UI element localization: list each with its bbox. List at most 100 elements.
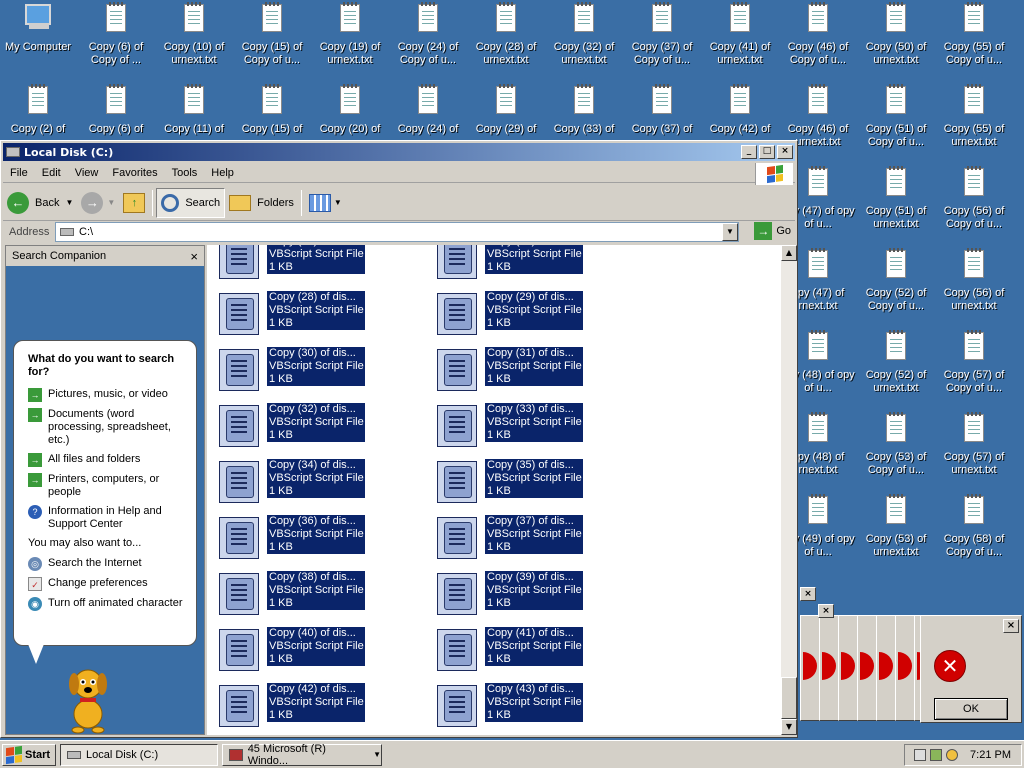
close-button[interactable]: ×	[800, 587, 816, 601]
menu-favorites[interactable]: Favorites	[105, 167, 164, 179]
menu-help[interactable]: Help	[204, 167, 241, 179]
go-button[interactable]: → Go	[754, 222, 791, 240]
search-button[interactable]: Search	[156, 187, 226, 218]
desktop-icon-text-file[interactable]: Copy (10) of urnext.txt	[157, 2, 231, 67]
file-item[interactable]: Copy (31) of dis... VBScript Script File 1…	[433, 347, 633, 391]
maximize-button[interactable]: □	[759, 145, 775, 159]
minimize-button[interactable]: _	[741, 145, 757, 159]
desktop-icon-text-file[interactable]: Copy (52) of Copy of u...	[859, 248, 933, 313]
option-turn-off-character[interactable]: ◉ Turn off animated character	[28, 597, 188, 611]
desktop-icon-text-file[interactable]: Copy (57) of Copy of u...	[937, 330, 1011, 395]
file-item[interactable]: Copy (36) of dis... VBScript Script File 1…	[215, 515, 415, 559]
option-printers[interactable]: → Printers, computers, or people	[28, 473, 188, 499]
messenger-icon[interactable]	[946, 749, 959, 761]
desktop-icon-text-file[interactable]: Copy (53) of urnext.txt	[859, 494, 933, 559]
option-change-preferences[interactable]: ✓ Change preferences	[28, 577, 188, 591]
menu-tools[interactable]: Tools	[165, 167, 205, 179]
address-dropdown[interactable]: ▼	[722, 223, 738, 241]
views-button[interactable]: ▼	[305, 188, 346, 218]
chevron-down-icon[interactable]: ▼	[107, 198, 115, 207]
back-button[interactable]: ← Back ▼	[3, 188, 77, 218]
desktop-icon-text-file[interactable]: Copy (11) of	[157, 84, 231, 136]
desktop-icon-text-file[interactable]: Copy (51) of urnext.txt	[859, 166, 933, 231]
menu-edit[interactable]: Edit	[35, 167, 68, 179]
folders-button[interactable]: Folders	[225, 188, 298, 218]
up-folder-button[interactable]: ↑	[119, 188, 149, 218]
option-documents[interactable]: → Documents (word processing, spreadsheet…	[28, 408, 188, 447]
taskbar-item-explorer[interactable]: Local Disk (C:)	[60, 743, 218, 766]
desktop-icon-text-file[interactable]: Copy (56) of urnext.txt	[937, 248, 1011, 313]
desktop-icon-text-file[interactable]: Copy (50) of urnext.txt	[859, 2, 933, 67]
desktop-icon-text-file[interactable]: Copy (55) of Copy of u...	[937, 2, 1011, 67]
close-button[interactable]: ×	[777, 145, 793, 159]
taskbar-item-wsh[interactable]: 45 Microsoft (R) Windo... ▼	[222, 743, 382, 767]
desktop-icon-text-file[interactable]: Copy (15) of Copy of u...	[235, 2, 309, 67]
desktop-icon-text-file[interactable]: Copy (2) of	[1, 84, 75, 136]
forward-button[interactable]: → ▼	[77, 188, 119, 218]
desktop-icon-text-file[interactable]: Copy (20) of	[313, 84, 387, 136]
file-item[interactable]: Copy (34) of dis... VBScript Script File 1…	[215, 459, 415, 503]
file-item[interactable]: Copy (41) of dis... VBScript Script File 1…	[433, 627, 633, 671]
file-item[interactable]: Copy (32) of dis... VBScript Script File 1…	[215, 403, 415, 447]
option-help[interactable]: ? Information in Help and Support Center	[28, 505, 188, 531]
file-item[interactable]: Copy (38) of dis... VBScript Script File 1…	[215, 571, 415, 615]
option-search-internet[interactable]: ◎ Search the Internet	[28, 557, 188, 571]
desktop-icon-text-file[interactable]: Copy (33) of	[547, 84, 621, 136]
desktop-icon-text-file[interactable]: Copy (37) of Copy of u...	[625, 2, 699, 67]
file-item[interactable]: Copy (43) of dis... VBScript Script File 1…	[433, 683, 633, 727]
file-item[interactable]: Copy (42) of dis... VBScript Script File 1…	[215, 683, 415, 727]
clock[interactable]: 7:21 PM	[970, 749, 1011, 761]
search-dog-icon[interactable]	[60, 660, 116, 734]
file-item[interactable]: Copy (40) of dis... VBScript Script File 1…	[215, 627, 415, 671]
desktop-icon-text-file[interactable]: Copy (32) of urnext.txt	[547, 2, 621, 67]
close-button[interactable]: ×	[1003, 619, 1019, 633]
desktop-icon-text-file[interactable]: Copy (24) of	[391, 84, 465, 136]
desktop-icon-text-file[interactable]: Copy (58) of Copy of u...	[937, 494, 1011, 559]
desktop-icon-text-file[interactable]: Copy (37) of	[625, 84, 699, 136]
title-bar[interactable]: Local Disk (C:) _ □ ×	[3, 143, 795, 161]
desktop-icon-text-file[interactable]: Copy (19) of urnext.txt	[313, 2, 387, 67]
desktop-icon-text-file[interactable]: Copy (46) of Copy of u...	[781, 2, 855, 67]
file-item[interactable]: Copy (39) of dis... VBScript Script File 1…	[433, 571, 633, 615]
desktop-icon-text-file[interactable]: Copy (28) of urnext.txt	[469, 2, 543, 67]
desktop-icon-text-file[interactable]: Copy (29) of	[469, 84, 543, 136]
start-button[interactable]: Start	[2, 743, 56, 766]
desktop-icon-text-file[interactable]: Copy (24) of Copy of u...	[391, 2, 465, 67]
file-item[interactable]: Copy (28) of dis... VBScript Script File 1…	[215, 291, 415, 335]
desktop-icon-text-file[interactable]: Copy (55) of urnext.txt	[937, 84, 1011, 149]
desktop-icon-text-file[interactable]: Copy (15) of	[235, 84, 309, 136]
desktop-icon-text-file[interactable]: Copy (6) of Copy of ...	[79, 2, 153, 67]
desktop-icon-text-file[interactable]: Copy (57) of urnext.txt	[937, 412, 1011, 477]
file-item[interactable]: Copy (37) of dis... VBScript Script File 1…	[433, 515, 633, 559]
file-item[interactable]: Copy (30) of dis... VBScript Script File 1…	[215, 347, 415, 391]
menu-file[interactable]: File	[3, 167, 35, 179]
vertical-scrollbar[interactable]: ▲ ▼	[781, 245, 797, 735]
close-icon[interactable]: ×	[190, 249, 198, 264]
desktop-icon-text-file[interactable]: Copy (41) of urnext.txt	[703, 2, 777, 67]
option-all-files[interactable]: → All files and folders	[28, 453, 188, 467]
desktop-icon-my-computer[interactable]: My Computer	[1, 2, 75, 54]
chevron-down-icon[interactable]: ▼	[65, 198, 73, 207]
safely-remove-icon[interactable]	[930, 749, 943, 761]
desktop-icon-text-file[interactable]: Copy (6) of	[79, 84, 153, 136]
desktop-icon-text-file[interactable]: Copy (56) of Copy of u...	[937, 166, 1011, 231]
address-input[interactable]: C:\ ▼	[55, 222, 739, 242]
file-item[interactable]: Copy (33) of dis... VBScript Script File 1…	[433, 403, 633, 447]
menu-view[interactable]: View	[68, 167, 106, 179]
file-item[interactable]: Copy (29) of dis... VBScript Script File 1…	[433, 291, 633, 335]
option-pictures[interactable]: → Pictures, music, or video	[28, 388, 188, 402]
desktop-icon-text-file[interactable]: Copy (51) of Copy of u...	[859, 84, 933, 149]
file-item[interactable]: Copy (26) of dis...VBScript Script File1…	[215, 245, 415, 279]
desktop-icon-text-file[interactable]: Copy (53) of Copy of u...	[859, 412, 933, 477]
file-item[interactable]: Copy (27) of dis...VBScript Script File1…	[433, 245, 633, 279]
scroll-thumb[interactable]	[781, 677, 797, 719]
ok-button[interactable]: OK	[934, 698, 1008, 720]
desktop-icon-text-file[interactable]: Copy (52) of urnext.txt	[859, 330, 933, 395]
scroll-up-button[interactable]: ▲	[781, 245, 797, 261]
file-type: VBScript Script File	[269, 248, 364, 260]
file-item[interactable]: Copy (35) of dis... VBScript Script File 1…	[433, 459, 633, 503]
close-button[interactable]: ×	[818, 604, 834, 618]
network-icon[interactable]	[914, 749, 927, 761]
desktop-icon-text-file[interactable]: Copy (42) of	[703, 84, 777, 136]
scroll-down-button[interactable]: ▼	[781, 719, 797, 735]
